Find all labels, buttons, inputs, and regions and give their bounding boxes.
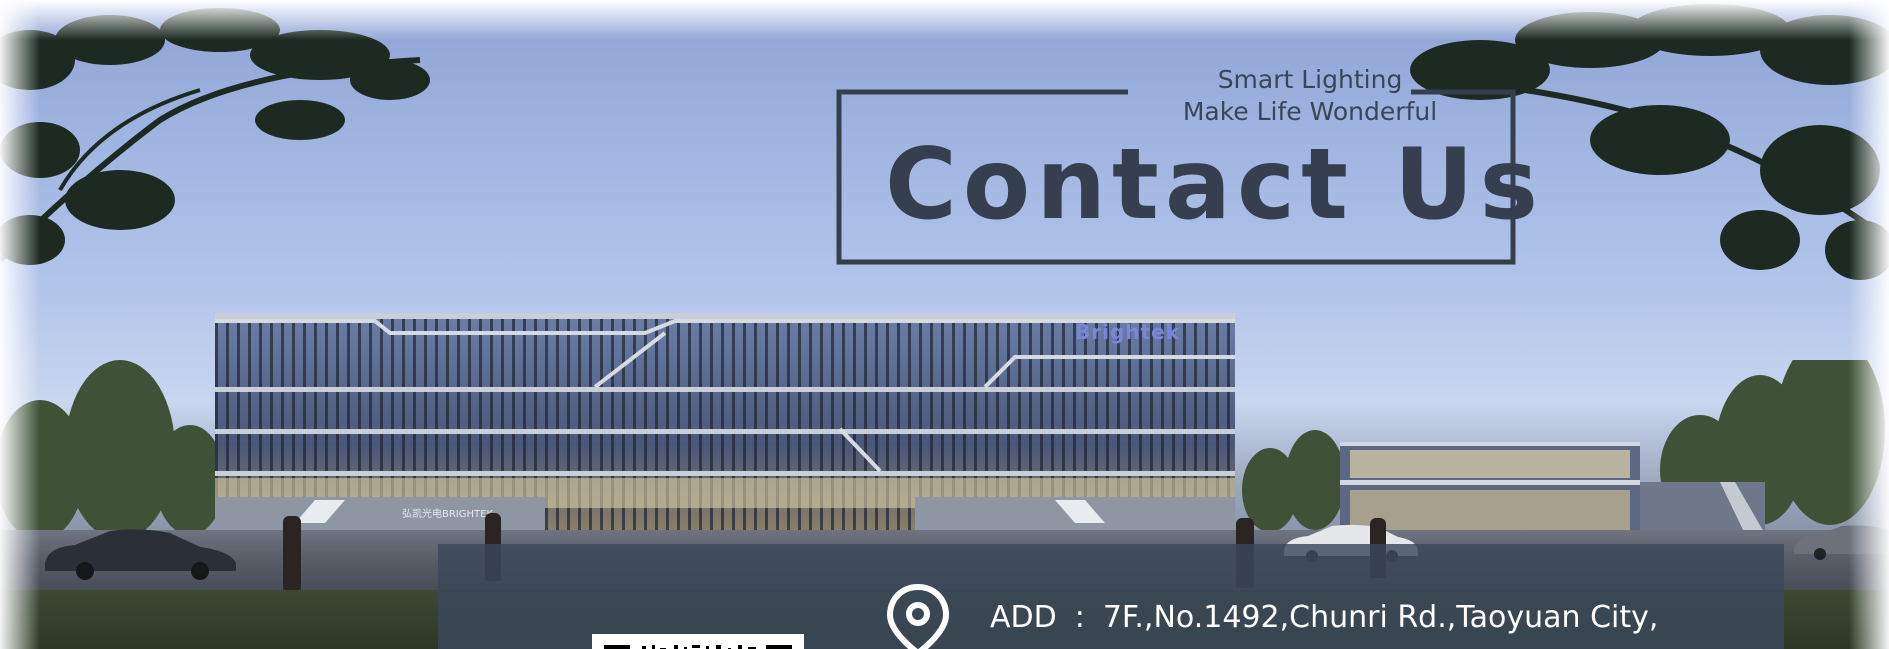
- contact-banner: Brightek 弘凯光电BRIGHTEK Smart Lighting Mak…: [0, 0, 1889, 649]
- address: ADD:7F.,No.1492,Chunri Rd.,Taoyuan City,: [990, 598, 1770, 638]
- entrance-sign: 弘凯光电BRIGHTEK: [402, 509, 494, 520]
- side-building: [1340, 442, 1765, 534]
- car-left: [45, 529, 236, 580]
- building-sign-logo: Brightek: [1075, 320, 1180, 344]
- main-building: [215, 313, 1235, 533]
- address-value: 7F.,No.1492,Chunri Rd.,Taoyuan City,: [1102, 600, 1659, 635]
- address-separator: :: [1074, 600, 1085, 635]
- pedestrian: [283, 516, 301, 590]
- page-title: Contact Us: [885, 128, 1544, 242]
- tree-top-left: [0, 8, 430, 265]
- address-label: ADD: [990, 600, 1057, 635]
- car-right: [1794, 525, 1889, 560]
- qr-code: [592, 634, 804, 649]
- map-pin-icon: [886, 583, 950, 649]
